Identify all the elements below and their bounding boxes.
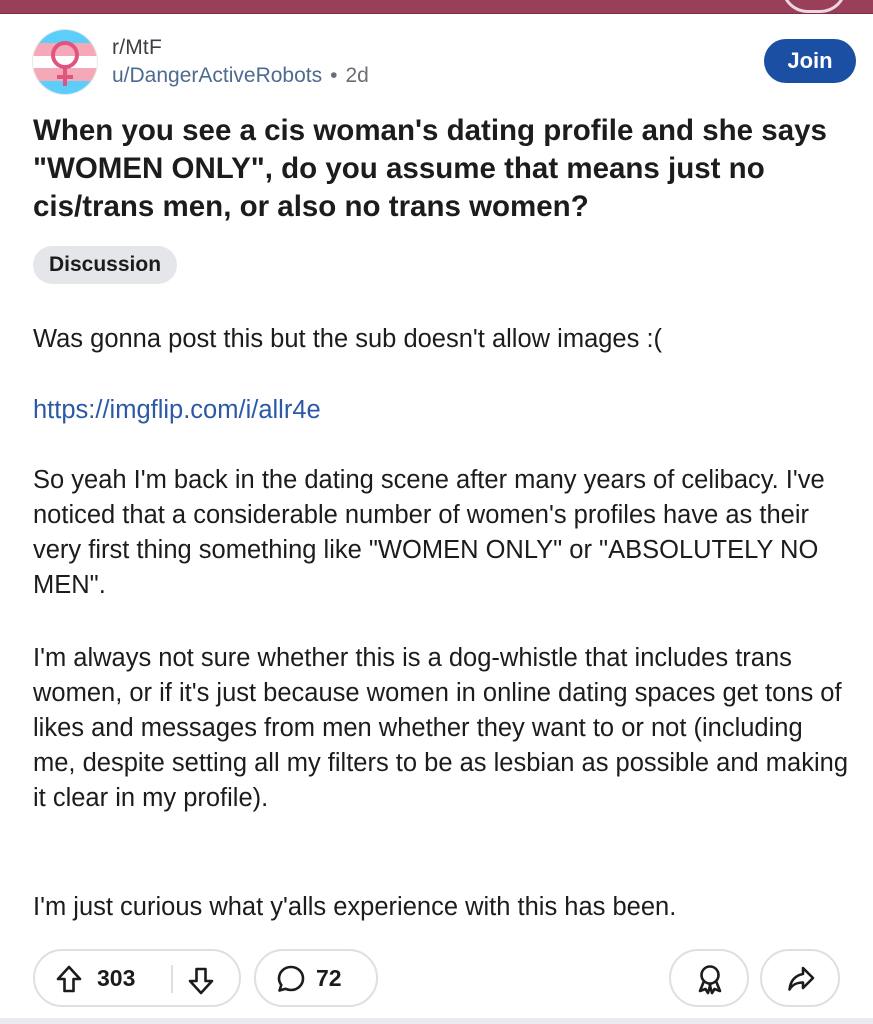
author-username[interactable]: u/DangerActiveRobots xyxy=(112,64,322,87)
post-paragraph-3: I'm always not sure whether this is a do… xyxy=(33,644,849,812)
post-link-paragraph: https://imgflip.com/i/allr4e xyxy=(33,393,848,428)
post-meta: u/DangerActiveRobots • 2d xyxy=(112,64,369,88)
post-paragraph-2: So yeah I'm back in the dating scene aft… xyxy=(33,466,825,599)
share-icon-wrap xyxy=(786,964,816,999)
vote-divider xyxy=(171,965,173,993)
subreddit-avatar[interactable] xyxy=(33,30,97,94)
award-icon xyxy=(698,965,722,995)
post-paragraph-1: Was gonna post this but the sub doesn't … xyxy=(33,325,663,353)
post-flair[interactable]: Discussion xyxy=(33,246,178,284)
vote-control: 303 xyxy=(33,949,241,1007)
upvote-count: 303 xyxy=(97,965,136,991)
trans-flag-venus-icon xyxy=(33,30,97,94)
upvote-button[interactable] xyxy=(55,964,83,999)
post-age: 2d xyxy=(345,64,369,87)
bottom-separator xyxy=(0,1018,873,1024)
downvote-button[interactable] xyxy=(187,966,215,1001)
post-paragraph-4: I'm just curious what y'alls experience … xyxy=(33,893,677,921)
comment-bubble-icon xyxy=(277,965,305,992)
top-status-bar xyxy=(0,0,873,14)
post-action-bar: 303 72 xyxy=(0,945,873,1011)
upvote-arrow-icon xyxy=(56,965,82,993)
meta-separator: • xyxy=(330,64,338,87)
award-icon-wrap xyxy=(695,963,725,1000)
award-button[interactable] xyxy=(669,949,749,1007)
subreddit-name[interactable]: r/MtF xyxy=(112,36,162,60)
comments-button[interactable]: 72 xyxy=(254,949,378,1007)
post-header: r/MtF u/DangerActiveRobots • 2d Join xyxy=(0,14,873,104)
join-button[interactable]: Join xyxy=(764,39,856,83)
post-link[interactable]: https://imgflip.com/i/allr4e xyxy=(33,396,321,424)
downvote-arrow-icon xyxy=(188,967,214,995)
top-bar-decoration xyxy=(781,0,847,13)
comment-icon-wrap xyxy=(276,964,306,999)
share-button[interactable] xyxy=(760,949,840,1007)
share-arrow-icon xyxy=(788,966,815,991)
post-title: When you see a cis woman's dating profil… xyxy=(33,114,827,223)
comment-count: 72 xyxy=(316,965,342,991)
